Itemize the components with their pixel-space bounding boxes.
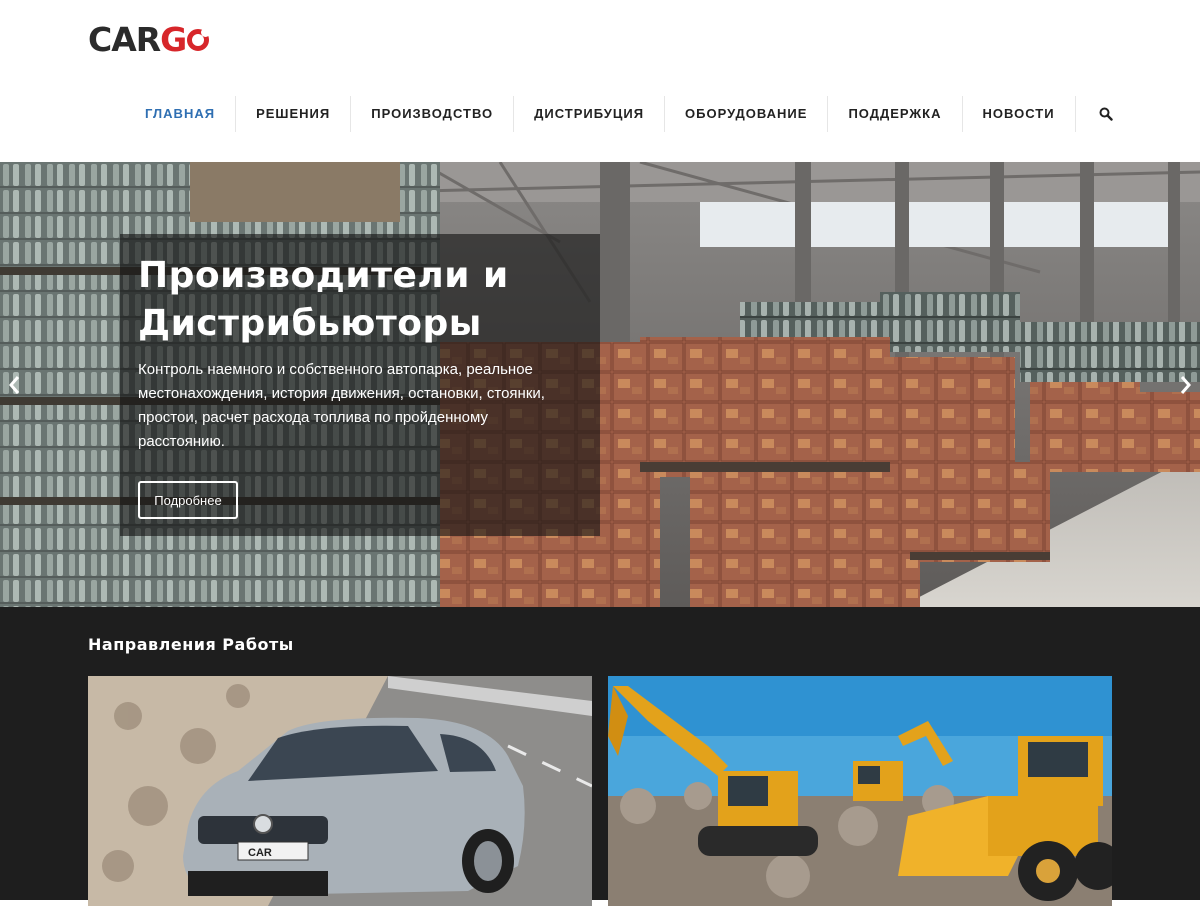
nav-item-support[interactable]: ПОДДЕРЖКА: [828, 96, 963, 132]
hero-caption-box: Производители и Дистрибьюторы Контроль н…: [120, 234, 600, 536]
hero-title: Производители и Дистрибьюторы: [138, 255, 509, 344]
logo-text-car: CAR: [88, 20, 161, 59]
chevron-right-icon: [1180, 376, 1191, 394]
nav-item-solutions[interactable]: РЕШЕНИЯ: [236, 96, 352, 132]
car-image: CAR: [88, 676, 592, 906]
slider-prev-button[interactable]: [2, 367, 26, 403]
site-header: CAR G ГЛАВНАЯ РЕШЕНИЯ ПРОИЗВОДСТВО ДИСТРИ…: [0, 0, 1200, 162]
hero-slider: Производители и Дистрибьюторы Контроль н…: [0, 162, 1200, 607]
logo-text-g: G: [160, 20, 187, 59]
nav-item-distribution[interactable]: ДИСТРИБУЦИЯ: [514, 96, 666, 132]
more-button[interactable]: Подробнее: [138, 481, 238, 519]
chevron-left-icon: [9, 376, 20, 394]
main-nav: ГЛАВНАЯ РЕШЕНИЯ ПРОИЗВОДСТВО ДИСТРИБУЦИЯ…: [125, 96, 1136, 132]
card-car[interactable]: CAR: [88, 676, 592, 906]
nav-item-home[interactable]: ГЛАВНАЯ: [125, 96, 237, 132]
section-title: Направления Работы: [88, 635, 294, 654]
nav-item-production[interactable]: ПРОИЗВОДСТВО: [351, 96, 515, 132]
excavator-image: [608, 676, 1112, 906]
card-construction[interactable]: [608, 676, 1112, 906]
directions-section: Направления Работы CAR: [0, 607, 1200, 906]
car-plate-text: CAR: [248, 847, 272, 859]
search-button[interactable]: [1076, 96, 1136, 132]
cargo-logo[interactable]: CAR G: [88, 22, 238, 58]
search-icon: [1099, 107, 1113, 121]
nav-item-news[interactable]: НОВОСТИ: [963, 96, 1076, 132]
slider-next-button[interactable]: [1174, 367, 1198, 403]
nav-item-equipment[interactable]: ОБОРУДОВАНИЕ: [665, 96, 829, 132]
logo-o-icon: [187, 28, 211, 51]
hero-description: Контроль наемного и собственного автопар…: [138, 361, 545, 450]
